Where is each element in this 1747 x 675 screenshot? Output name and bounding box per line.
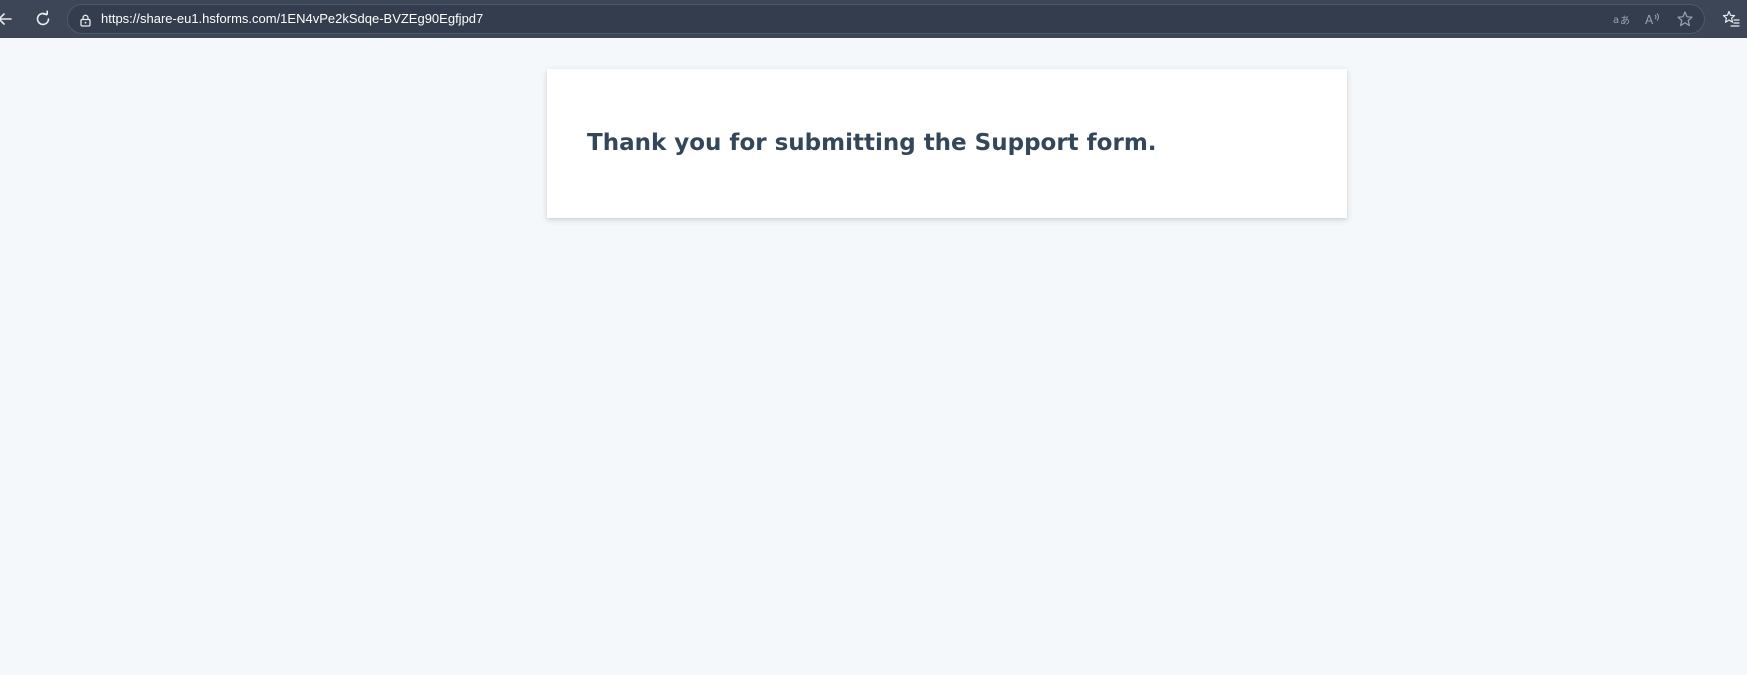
svg-text:A: A: [1645, 13, 1654, 27]
back-arrow-icon[interactable]: [0, 8, 16, 30]
confirmation-message: Thank you for submitting the Support for…: [587, 130, 1157, 156]
lock-icon[interactable]: [77, 12, 93, 28]
confirmation-card: Thank you for submitting the Support for…: [547, 69, 1347, 218]
refresh-icon[interactable]: [32, 8, 54, 30]
svg-text:あ: あ: [1620, 15, 1630, 27]
address-bar[interactable]: https://share-eu1.hsforms.com/1EN4vPe2kS…: [67, 4, 1705, 34]
translate-icon[interactable]: a あ: [1612, 10, 1630, 28]
browser-toolbar: https://share-eu1.hsforms.com/1EN4vPe2kS…: [0, 0, 1747, 38]
star-icon[interactable]: [1676, 10, 1694, 28]
address-bar-actions: a あ A: [1612, 10, 1694, 28]
favorites-icon[interactable]: [1721, 9, 1741, 29]
svg-text:a: a: [1613, 15, 1619, 26]
url-text[interactable]: https://share-eu1.hsforms.com/1EN4vPe2kS…: [101, 11, 483, 27]
read-aloud-icon[interactable]: A: [1644, 10, 1662, 28]
